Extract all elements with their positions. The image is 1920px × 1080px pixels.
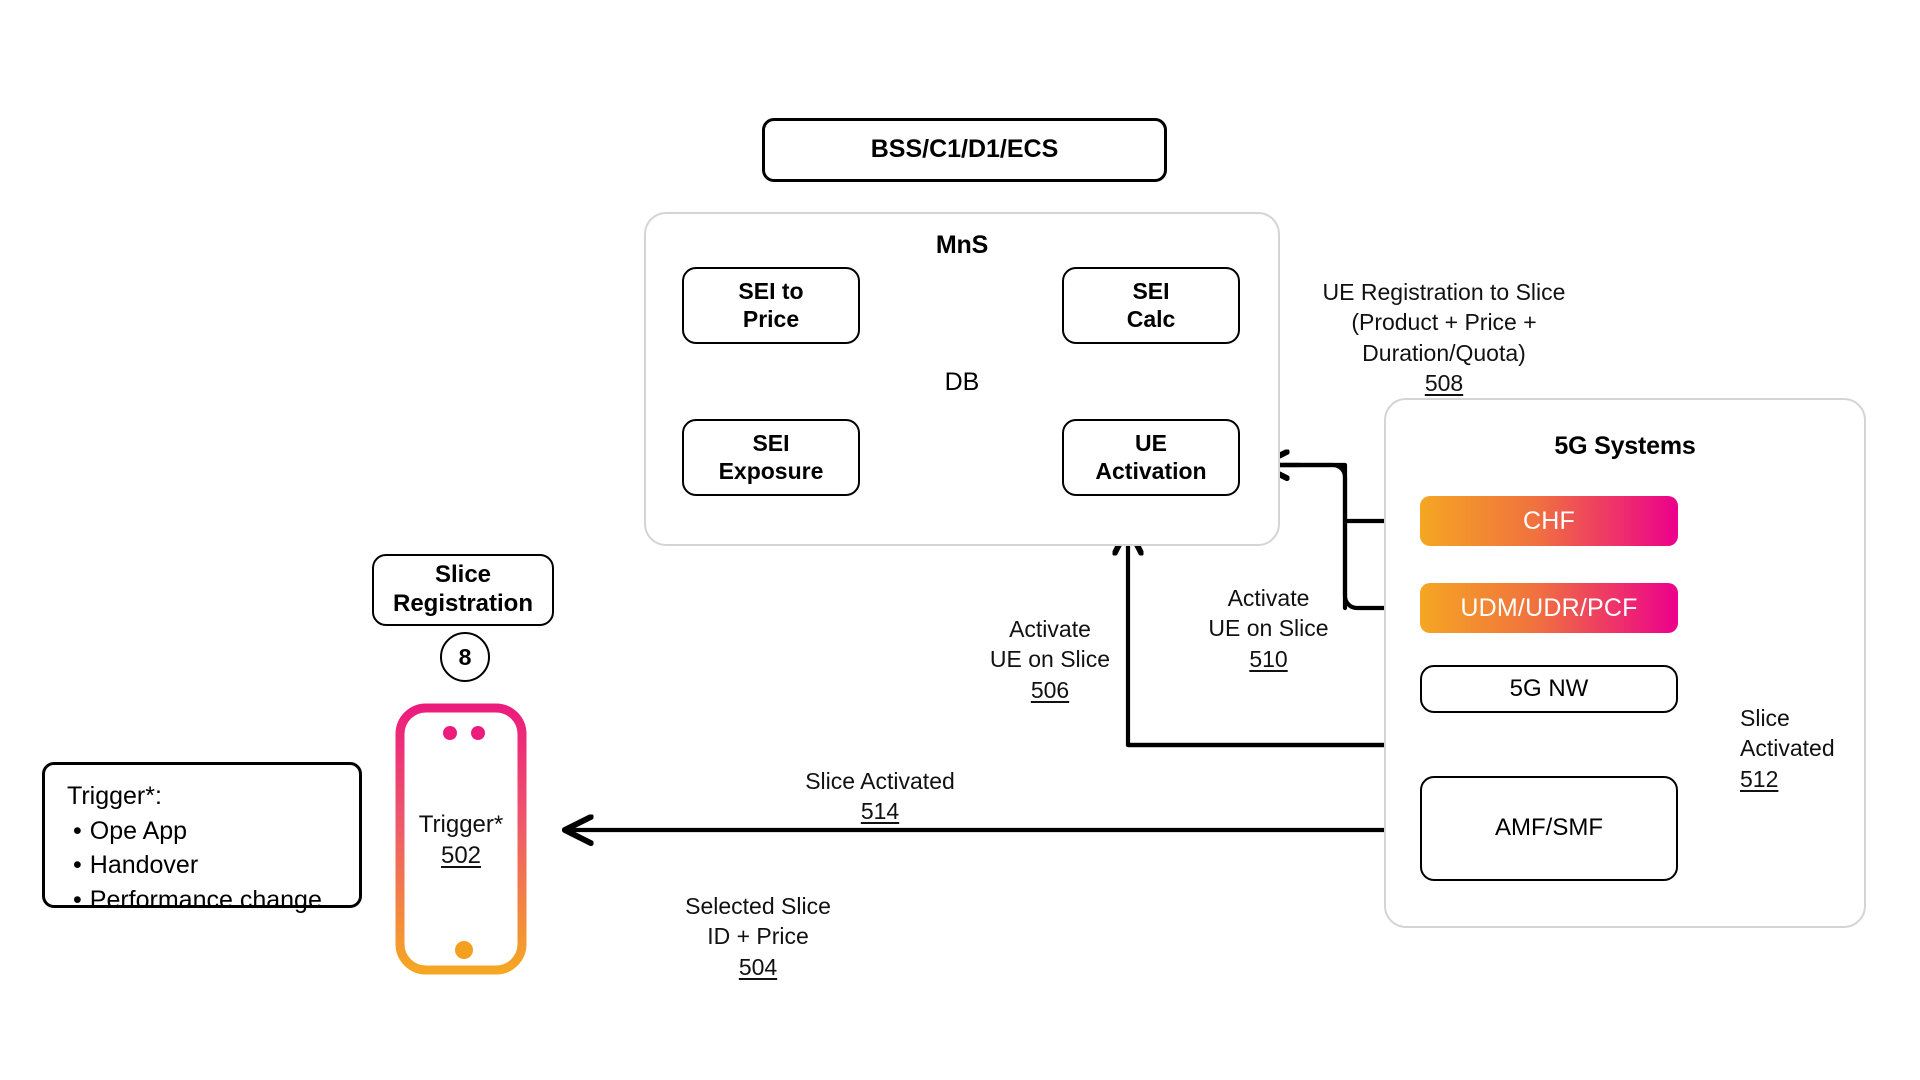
phone-screen-text: Trigger* 502 xyxy=(396,810,526,871)
trigger-legend-list: Ope App Handover Performance change xyxy=(67,814,341,918)
flow-label-slice-activated-512-number: 512 xyxy=(1740,765,1779,792)
flow-label-selected-slice-504-number: 504 xyxy=(738,953,778,980)
flow-label-activate-ue-506-number: 506 xyxy=(1030,676,1070,703)
phone-trigger-number: 502 xyxy=(440,841,482,869)
fiveg-nw-label: 5G NW xyxy=(1509,674,1589,702)
sei-to-price-box[interactable]: SEI to Price xyxy=(682,267,860,344)
fiveg-nw-box[interactable]: 5G NW xyxy=(1420,665,1678,713)
slice-registration-badge-value: 8 xyxy=(458,643,472,670)
flow-label-ue-registration-508-number: 508 xyxy=(1424,370,1464,397)
slice-registration-box[interactable]: Slice Registration xyxy=(372,554,554,626)
db-label: DB xyxy=(944,368,980,396)
udm-udr-pcf-pill[interactable]: UDM/UDR/PCF xyxy=(1420,583,1678,633)
phone-device[interactable]: Trigger* 502 xyxy=(396,704,526,974)
flow-label-ue-registration-508-text: UE Registration to Slice (Product + Pric… xyxy=(1322,278,1566,366)
udm-udr-pcf-label: UDM/UDR/PCF xyxy=(1460,593,1638,622)
flow-label-activate-ue-510: Activate UE on Slice 510 xyxy=(1166,552,1371,705)
flow-label-slice-activated-514: Slice Activated 514 xyxy=(760,735,1000,857)
sei-exposure-label: SEI Exposure xyxy=(718,429,824,484)
flow-label-activate-ue-506-text: Activate UE on Slice xyxy=(989,615,1111,673)
mns-title: MnS xyxy=(935,231,989,259)
amf-smf-box[interactable]: AMF/SMF xyxy=(1420,776,1678,881)
flow-label-slice-activated-512-text: Slice Activated xyxy=(1740,704,1835,762)
trigger-legend: Trigger*: Ope App Handover Performance c… xyxy=(42,762,362,914)
slice-registration-badge: 8 xyxy=(440,632,490,682)
sei-exposure-box[interactable]: SEI Exposure xyxy=(682,419,860,496)
bss-box[interactable]: BSS/C1/D1/ECS xyxy=(762,118,1167,182)
flow-label-ue-registration-508: UE Registration to Slice (Product + Pric… xyxy=(1288,246,1600,429)
flow-label-activate-ue-510-number: 510 xyxy=(1249,645,1288,672)
ue-activation-label: UE Activation xyxy=(1095,429,1207,484)
trigger-legend-title: Trigger*: xyxy=(67,782,162,810)
flow-label-slice-activated-512: Slice Activated 512 xyxy=(1740,672,1890,794)
chf-pill[interactable]: CHF xyxy=(1420,496,1678,546)
sei-calc-label: SEI Calc xyxy=(1126,277,1176,332)
flow-label-selected-slice-504: Selected Slice ID + Price 504 xyxy=(608,860,908,1013)
sei-calc-box[interactable]: SEI Calc xyxy=(1062,267,1240,344)
phone-trigger-label: Trigger* xyxy=(418,811,504,838)
amf-smf-label: AMF/SMF xyxy=(1495,814,1603,842)
slice-registration-label: Slice Registration xyxy=(392,561,533,617)
fiveg-systems-title: 5G Systems xyxy=(1554,432,1696,460)
diagram-canvas: BSS/C1/D1/ECS MnS SEI to Price SEI Calc … xyxy=(0,0,1920,1080)
sei-to-price-label: SEI to Price xyxy=(738,277,804,332)
trigger-legend-item: Handover xyxy=(73,848,341,883)
trigger-legend-item: Ope App xyxy=(73,814,341,849)
flow-label-activate-ue-506: Activate UE on Slice 506 xyxy=(930,583,1170,736)
flow-label-selected-slice-504-text: Selected Slice ID + Price xyxy=(685,892,831,950)
bss-box-label: BSS/C1/D1/ECS xyxy=(870,135,1059,164)
trigger-legend-item: Performance change xyxy=(73,883,341,918)
ue-activation-box[interactable]: UE Activation xyxy=(1062,419,1240,496)
chf-label: CHF xyxy=(1523,506,1575,535)
flow-label-slice-activated-514-text: Slice Activated xyxy=(805,767,955,794)
flow-label-slice-activated-514-number: 514 xyxy=(860,798,900,825)
flow-label-activate-ue-510-text: Activate UE on Slice xyxy=(1208,584,1329,642)
